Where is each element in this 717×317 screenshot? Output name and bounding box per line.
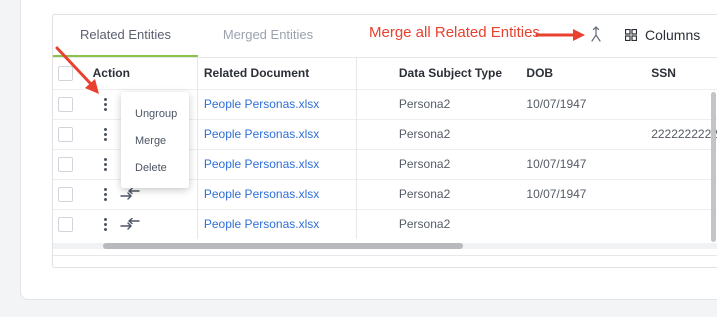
row-checkbox[interactable] <box>58 216 73 232</box>
kebab-menu-icon[interactable] <box>101 186 111 203</box>
row-checkbox[interactable] <box>58 156 73 172</box>
data-subject-type-cell: Persona2 <box>398 187 451 201</box>
ssn-cell: 2222222222 <box>651 127 717 141</box>
menu-item-delete[interactable]: Delete <box>135 162 167 174</box>
kebab-menu-icon[interactable] <box>101 216 111 233</box>
header-ssn[interactable]: SSN <box>651 66 676 80</box>
related-document-link[interactable]: People Personas.xlsx <box>204 127 319 141</box>
kebab-menu-icon[interactable] <box>101 126 111 143</box>
row-checkbox[interactable] <box>58 96 73 112</box>
dob-cell: 10/07/1947 <box>526 157 587 171</box>
related-document-link[interactable]: People Personas.xlsx <box>204 97 319 111</box>
related-document-link[interactable]: People Personas.xlsx <box>204 187 319 201</box>
columns-button[interactable]: Columns <box>625 24 700 46</box>
horizontal-scrollbar[interactable] <box>53 243 717 249</box>
data-subject-type-cell: Persona2 <box>398 97 451 111</box>
tab-bar: Related Entities Merged Entities Merge a… <box>53 15 717 58</box>
horizontal-scroll-thumb[interactable] <box>103 243 463 249</box>
data-subject-type-cell: Persona2 <box>398 217 451 232</box>
data-subject-type-cell: Persona2 <box>398 127 451 141</box>
dob-cell: 10/07/1947 <box>526 97 587 111</box>
menu-item-merge[interactable]: Merge <box>135 135 166 147</box>
data-subject-type-cell: Persona2 <box>398 157 451 171</box>
table-header-row: Action Related Document Data Subject Typ… <box>53 58 717 89</box>
kebab-menu-icon[interactable] <box>101 96 111 113</box>
menu-item-ungroup[interactable]: Ungroup <box>135 108 177 120</box>
merge-arrows-icon[interactable] <box>120 218 140 230</box>
table-row: People Personas.xlsx Persona2 <box>53 208 717 239</box>
columns-label: Columns <box>645 27 701 43</box>
grid-icon <box>625 29 637 41</box>
related-document-link[interactable]: People Personas.xlsx <box>204 157 319 171</box>
row-checkbox[interactable] <box>58 186 73 202</box>
kebab-menu-icon[interactable] <box>101 156 111 173</box>
annotation-arrow-down <box>55 46 99 94</box>
annotation-merge-all-text: Merge all Related Entities <box>369 24 540 41</box>
panel-footer-divider <box>53 255 717 256</box>
merge-all-icon[interactable] <box>589 24 603 44</box>
header-data-subject-type[interactable]: Data Subject Type <box>399 66 502 80</box>
dob-cell: 10/07/1947 <box>526 187 587 201</box>
row-action-menu: Ungroup Merge Delete <box>121 92 189 188</box>
related-document-link[interactable]: People Personas.xlsx <box>204 217 319 231</box>
header-related-document[interactable]: Related Document <box>204 66 309 80</box>
row-checkbox[interactable] <box>58 126 73 142</box>
header-dob[interactable]: DOB <box>526 66 553 80</box>
vertical-scroll-thumb[interactable] <box>711 92 716 242</box>
merge-arrows-icon[interactable] <box>120 188 140 200</box>
tab-merged-entities[interactable]: Merged Entities <box>198 15 338 57</box>
annotation-arrow-right <box>535 29 585 41</box>
